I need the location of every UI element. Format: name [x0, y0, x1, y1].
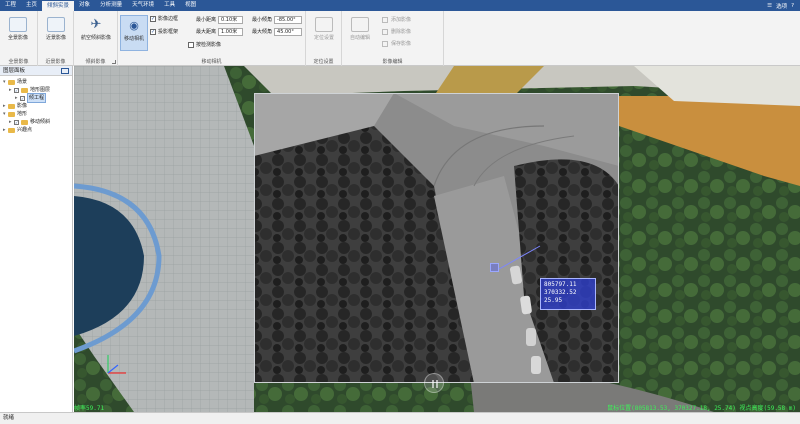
- group-oblique: ✈ 航空倾斜影像 倾斜影像: [74, 11, 118, 66]
- projected-image-frame[interactable]: [254, 93, 619, 383]
- status-bar: 就绪: [0, 412, 800, 424]
- folder-icon: [21, 119, 28, 125]
- options-label[interactable]: 选项: [776, 2, 787, 10]
- tab-tools[interactable]: 工具: [159, 0, 180, 11]
- status-text: 就绪: [3, 415, 15, 421]
- image-edge-checkbox[interactable]: ✓: [150, 15, 156, 22]
- scene-viewport[interactable]: 805797.11 370332.52 25.95: [74, 66, 800, 412]
- layer-tree-item[interactable]: ▸ 影像: [0, 102, 72, 110]
- tab-project[interactable]: 工程: [0, 0, 21, 11]
- layer-tree-item[interactable]: ▸ 兴趣点: [0, 126, 72, 134]
- min-distance-field[interactable]: 0.10米: [218, 15, 244, 24]
- auto-edit-button[interactable]: 自动编辑: [346, 15, 374, 51]
- layer-tree-item[interactable]: ▾ 场景: [0, 78, 72, 86]
- layer-label: 移动倾斜: [30, 119, 51, 125]
- locate-icon: [315, 17, 333, 32]
- layer-label: 地形: [17, 111, 28, 117]
- panorama-icon: [9, 17, 27, 32]
- max-distance-row: 最大距离 1.00米: [196, 27, 244, 36]
- mouse-coords-readout: 鼠标位置(805813.53, 370327.18, 25.74) 视点高度(5…: [607, 405, 796, 412]
- airplane-icon: ✈: [90, 17, 102, 32]
- near-view-button[interactable]: 近景影像: [42, 15, 70, 51]
- dialog-launcher-icon[interactable]: [112, 60, 116, 64]
- wifi-camera-icon: ◉: [129, 19, 139, 32]
- folder-icon: [8, 111, 15, 117]
- folder-icon: [21, 87, 28, 93]
- delete-image-button[interactable]: 删除影像: [382, 27, 411, 36]
- move-camera-button[interactable]: ◉ 移动相机: [120, 15, 148, 51]
- camera-icon: [47, 17, 65, 32]
- group-image-edit: 自动编辑 添加影像 删除影像 保存影像 影像编辑: [342, 11, 444, 66]
- add-image-button[interactable]: 添加影像: [382, 15, 411, 24]
- group-move-camera: ◉ 移动相机 ✓ 影像边框 ✓ 投影框架 按检测影像 最小距离 0.10米 最大…: [118, 11, 306, 66]
- follow-project-checkbox[interactable]: [188, 41, 194, 48]
- layer-tree-item[interactable]: ▸ ✓ 倾工程: [0, 93, 72, 103]
- save-image-button[interactable]: 保存影像: [382, 39, 411, 48]
- callout-z: 25.95: [544, 297, 563, 304]
- layer-panel: 图层面板 ▾ 场景 ▸ ✓ 地形图层 ▸ ✓ 倾工程 ▸ 影像 ▾ 地形 ▸ ✓ 移动倾斜 ▸ 兴趣点: [0, 66, 73, 412]
- layer-tree-item[interactable]: ▾ 地形: [0, 110, 72, 118]
- layer-panel-header: 图层面板: [0, 66, 72, 76]
- coordinate-callout: 805797.11 370332.52 25.95: [540, 278, 596, 310]
- help-icon[interactable]: ?: [791, 3, 794, 9]
- tab-weather[interactable]: 天气环境: [127, 0, 159, 11]
- tab-object[interactable]: 对象: [74, 0, 95, 11]
- edit-icon: [351, 17, 369, 32]
- group-title: 影像编辑: [382, 59, 403, 65]
- max-distance-field[interactable]: 1.00米: [218, 27, 244, 36]
- fps-readout: 帧率59.71: [74, 405, 105, 412]
- tab-oblique[interactable]: 倾斜实景: [42, 0, 75, 11]
- layer-label: 影像: [17, 103, 28, 109]
- group-title: 移动相机: [201, 59, 222, 65]
- follow-project-option[interactable]: 按检测影像: [188, 40, 221, 49]
- group-title: 近景影像: [45, 59, 66, 65]
- header-right: ☰ 选项 ?: [767, 2, 800, 10]
- target-marker-icon[interactable]: [490, 263, 499, 272]
- pause-icon: [432, 380, 438, 388]
- callout-x: 805797.11: [544, 281, 577, 288]
- min-distance-row: 最小距离 0.10米: [196, 15, 244, 24]
- tab-analysis[interactable]: 分析测量: [95, 0, 127, 11]
- options-icon[interactable]: ☰: [767, 3, 772, 9]
- min-tilt-row: 最小倾角 -85.00°: [252, 15, 303, 24]
- ribbon-tab-bar: 工程 主页 倾斜实景 对象 分析测量 天气环境 工具 视图 ☰ 选项 ?: [0, 0, 800, 11]
- layer-label: 兴趣点: [17, 127, 33, 133]
- folder-icon: [8, 103, 15, 109]
- near-flight-button[interactable]: ✈ 航空倾斜影像: [81, 15, 111, 51]
- add-image-icon: [382, 16, 388, 23]
- max-tilt-field[interactable]: 45.00°: [274, 27, 303, 36]
- full-view-button[interactable]: 全景影像: [4, 15, 32, 51]
- layer-tree: ▾ 场景 ▸ ✓ 地形图层 ▸ ✓ 倾工程 ▸ 影像 ▾ 地形 ▸ ✓ 移动倾斜 ▸ 兴趣点: [0, 76, 72, 134]
- tab-view[interactable]: 视图: [180, 0, 201, 11]
- ribbon: 全景影像 全景影像 近景影像 近景影像 ✈ 航空倾斜影像 倾斜影像 ◉ 移动相机…: [0, 11, 800, 66]
- projection-frame-option[interactable]: ✓ 投影框架: [150, 27, 178, 36]
- group-full-view: 全景影像 全景影像: [0, 11, 38, 66]
- callout-y: 370332.52: [544, 289, 577, 296]
- layer-tree-item[interactable]: ▸ ✓ 移动倾斜: [0, 118, 72, 126]
- folder-icon: [8, 127, 15, 133]
- folder-icon: [8, 79, 15, 85]
- image-edge-option[interactable]: ✓ 影像边框: [150, 14, 178, 23]
- group-title: 倾斜影像: [85, 59, 106, 65]
- panel-list-icon[interactable]: [61, 68, 69, 74]
- group-title: 定位设置: [313, 59, 334, 65]
- min-tilt-field[interactable]: -85.00°: [274, 15, 303, 24]
- layer-checkbox[interactable]: ✓: [14, 87, 19, 93]
- pause-button[interactable]: [424, 373, 444, 393]
- layer-checkbox[interactable]: ✓: [20, 95, 25, 101]
- projection-frame-checkbox[interactable]: ✓: [150, 28, 156, 35]
- max-tilt-row: 最大倾角 45.00°: [252, 27, 303, 36]
- delete-image-icon: [382, 28, 388, 35]
- tab-home[interactable]: 主页: [21, 0, 42, 11]
- layer-checkbox[interactable]: ✓: [14, 119, 19, 125]
- locate-button[interactable]: 定位设置: [310, 15, 338, 51]
- group-locate: 定位设置 定位设置: [306, 11, 342, 66]
- layer-label: 场景: [17, 79, 28, 85]
- save-image-icon: [382, 40, 388, 47]
- group-title: 全景影像: [8, 59, 29, 65]
- group-near-view: 近景影像 近景影像: [38, 11, 74, 66]
- layer-label: 倾工程: [27, 93, 47, 103]
- axis-gizmo-icon: [107, 355, 126, 374]
